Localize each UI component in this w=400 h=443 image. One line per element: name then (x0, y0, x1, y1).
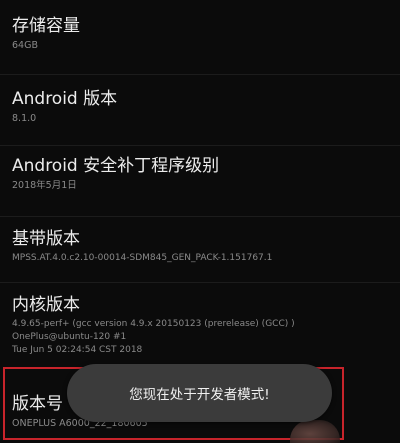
finger-image (290, 420, 340, 443)
setting-storage[interactable]: 存储容量 64GB (12, 15, 388, 52)
kernel-value-line-2: OnePlus@ubuntu-120 #1 (12, 332, 127, 342)
setting-security-patch[interactable]: Android 安全补丁程序级别 2018年5月1日 (12, 155, 388, 192)
security-patch-value: 2018年5月1日 (12, 180, 77, 191)
kernel-title: 内核版本 (12, 295, 80, 315)
setting-baseband[interactable]: 基带版本 MPSS.AT.4.0.c2.10-00014-SDM845_GEN_… (12, 228, 388, 265)
android-version-title: Android 版本 (12, 89, 118, 109)
toast-message: 您现在处于开发者模式! (129, 387, 270, 403)
android-version-value: 8.1.0 (12, 113, 37, 124)
divider (0, 145, 400, 146)
kernel-value-line-3: Tue Jun 5 02:24:54 CST 2018 (12, 345, 143, 355)
kernel-value-line-1: 4.9.65-perf+ (gcc version 4.9.x 20150123… (12, 319, 295, 329)
storage-value: 64GB (12, 40, 38, 51)
storage-title: 存储容量 (12, 16, 80, 36)
divider (0, 74, 400, 75)
baseband-value: MPSS.AT.4.0.c2.10-00014-SDM845_GEN_PACK-… (12, 253, 273, 263)
developer-mode-toast: 您现在处于开发者模式! (67, 364, 332, 422)
setting-kernel[interactable]: 内核版本 4.9.65-perf+ (gcc version 4.9.x 201… (12, 294, 388, 357)
divider (0, 216, 400, 217)
security-patch-title: Android 安全补丁程序级别 (12, 156, 220, 176)
baseband-title: 基带版本 (12, 229, 80, 249)
setting-android-version[interactable]: Android 版本 8.1.0 (12, 88, 388, 125)
divider (0, 282, 400, 283)
